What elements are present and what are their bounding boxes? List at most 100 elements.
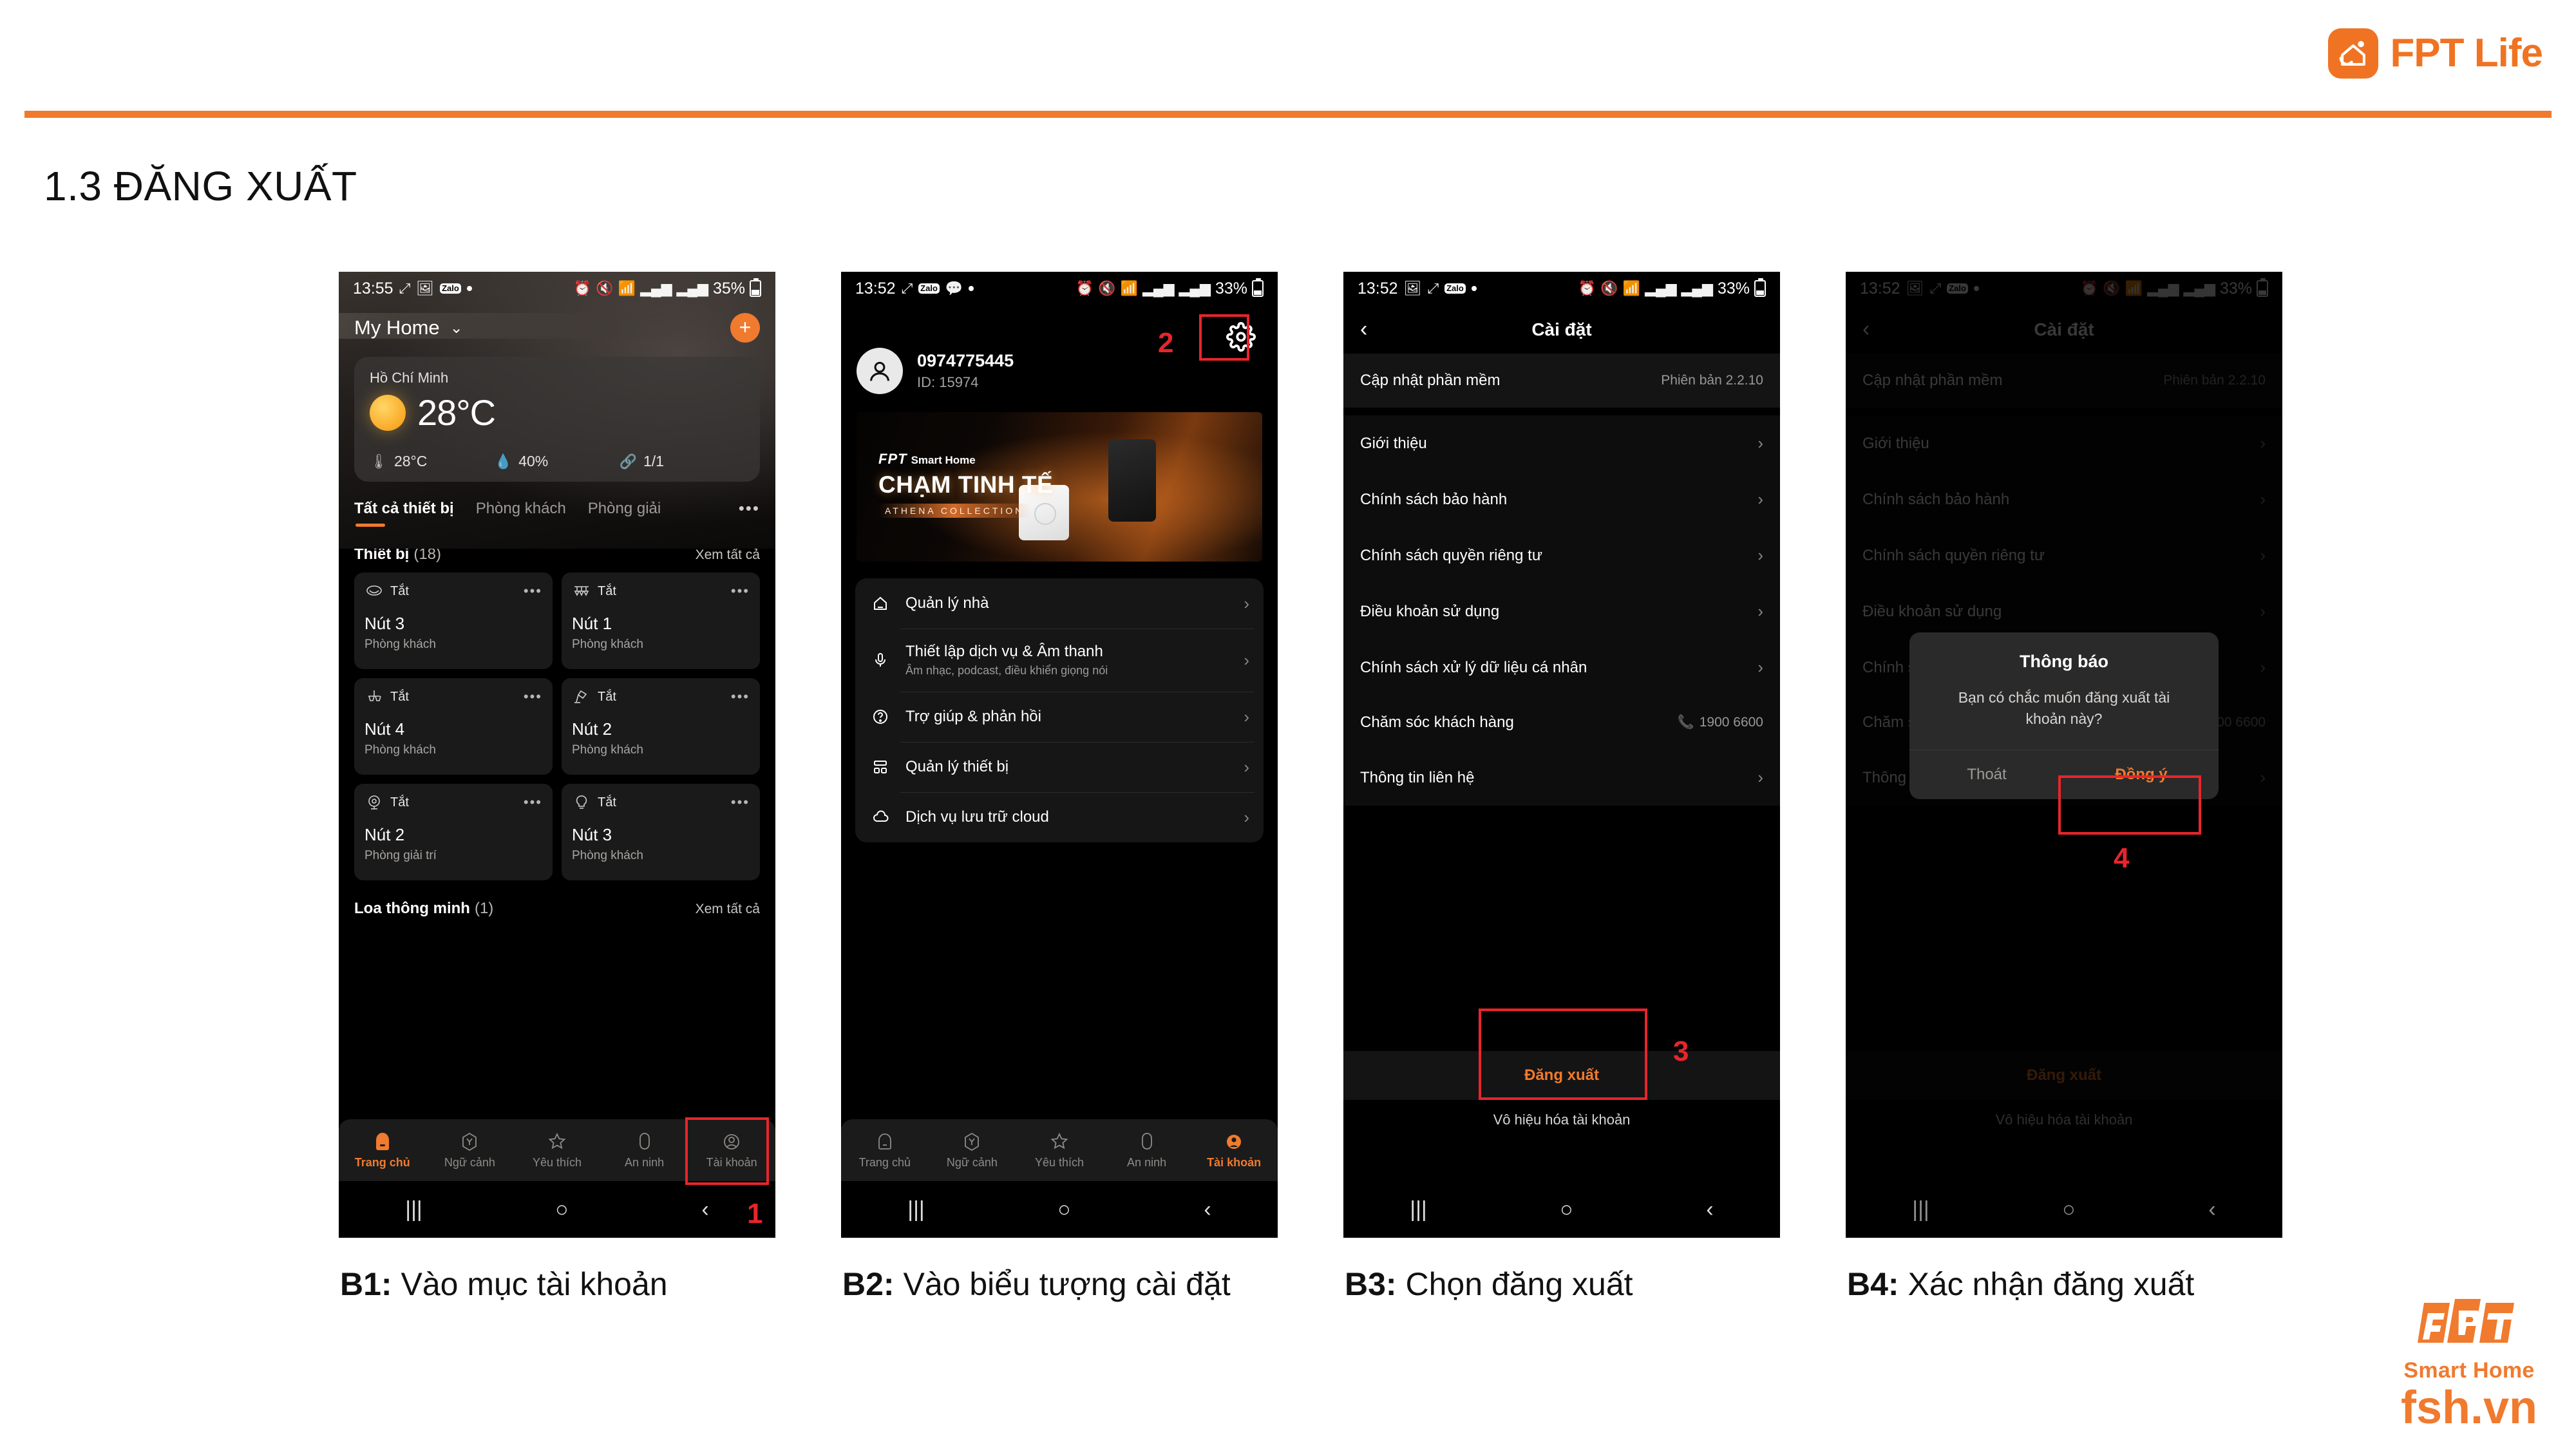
mute-icon: 🔇 [596, 280, 614, 296]
annotation-box-2 [1199, 314, 1249, 361]
shield-icon [601, 1132, 688, 1153]
menu-item-manage-home[interactable]: Quản lý nhà › [855, 578, 1264, 629]
devices-see-all-link[interactable]: Xem tất cả [696, 547, 760, 563]
setting-row-warranty-policy[interactable]: Chính sách bảo hành › [1343, 471, 1780, 527]
wifi-icon: 📶 [1622, 280, 1641, 296]
nav-item-scene[interactable]: Ngữ cảnh [426, 1132, 514, 1170]
device-more-icon[interactable]: ••• [524, 690, 542, 704]
annotation-number-1: 1 [747, 1198, 763, 1229]
setting-row-data-processing-policy[interactable]: Chính sách xử lý dữ liệu cá nhân › [1343, 639, 1780, 696]
menu-item-subtitle: Âm nhạc, podcast, điều khiển giọng nói [905, 664, 1108, 677]
home-icon [339, 1132, 426, 1153]
fpt-life-house-icon [2328, 28, 2379, 79]
device-more-icon[interactable]: ••• [731, 795, 750, 810]
signal2-icon: ▂▄▆ [676, 280, 708, 296]
android-system-bar: ||| ○ ‹ [1343, 1181, 1780, 1238]
shield-icon [1103, 1132, 1191, 1153]
recents-button[interactable]: ||| [907, 1197, 925, 1222]
annotation-box-3 [1479, 1009, 1647, 1100]
nav-item-favorites[interactable]: Yêu thích [513, 1132, 601, 1170]
home-button[interactable]: ○ [555, 1197, 569, 1222]
caption-step-label: B3: [1345, 1266, 1397, 1302]
menu-item-service-audio[interactable]: Thiết lập dịch vụ & Âm thanh Âm nhạc, po… [855, 629, 1264, 692]
nav-item-security[interactable]: An ninh [601, 1132, 688, 1170]
setting-row-software-update[interactable]: Cập nhật phần mềm Phiên bản 2.2.10 [1343, 354, 1780, 408]
signal-icon: ▂▄▆ [1645, 280, 1677, 296]
device-card[interactable]: Tắt ••• Nút 4 Phòng khách [354, 678, 553, 775]
nav-label: Trang chủ [354, 1155, 410, 1169]
setting-row-contact-info[interactable]: Thông tin liên hệ › [1343, 750, 1780, 806]
caption-text: Chọn đăng xuất [1396, 1266, 1633, 1302]
tab-entertainment-room[interactable]: Phòng giải [588, 500, 661, 518]
status-bar: 13:52 🖼 ⤢ Zalo ⏰ 🔇 📶 ▂▄▆ ▂▄▆ 33% [1343, 272, 1780, 305]
speaker-section-header: Loa thông minh (1) Xem tất cả [339, 880, 775, 918]
back-button[interactable]: ‹ [701, 1197, 708, 1222]
dot-icon [1471, 286, 1477, 291]
pendant-lights-icon [572, 583, 591, 600]
promo-banner[interactable]: FPT Smart Home CHẠM TINH TẾ ATHENA COLLEC… [857, 412, 1262, 562]
nav-label: Tài khoản [1207, 1155, 1262, 1169]
tab-all-devices[interactable]: Tất cả thiết bị [354, 500, 454, 527]
setting-row-privacy-policy[interactable]: Chính sách quyền riêng tư › [1343, 527, 1780, 583]
chevron-down-icon[interactable]: ⌄ [450, 319, 463, 337]
device-card[interactable]: Tắt ••• Nút 2 Phòng khách [562, 678, 760, 775]
home-name[interactable]: My Home [354, 316, 440, 339]
device-card[interactable]: Tắt ••• Nút 3 Phòng khách [562, 784, 760, 880]
scene-icon [929, 1132, 1016, 1153]
device-more-icon[interactable]: ••• [731, 690, 750, 704]
nav-item-scene[interactable]: Ngữ cảnh [929, 1132, 1016, 1170]
menu-item-help-feedback[interactable]: Trợ giúp & phản hồi › [855, 692, 1264, 742]
nav-item-account[interactable]: Tài khoản [1190, 1132, 1278, 1170]
bulb-icon [572, 794, 591, 811]
water-drop-icon: 💧 [494, 453, 513, 469]
device-more-icon[interactable]: ••• [524, 584, 542, 598]
status-time: 13:52 [855, 279, 896, 298]
fpt-smart-home-footer-logo: Smart Home fsh.vn [2401, 1291, 2537, 1431]
speaker-see-all-link[interactable]: Xem tất cả [696, 902, 760, 917]
alarm-icon: ⏰ [1075, 280, 1094, 296]
phone-screenshot-b2: 13:52 ⤢ Zalo 💬 ⏰ 🔇 📶 ▂▄▆ ▂▄▆ 33% 0974775… [841, 272, 1278, 1238]
settings-title: Cài đặt [1531, 319, 1592, 339]
setting-label: Thông tin liên hệ [1360, 768, 1475, 786]
recents-button[interactable]: ||| [405, 1197, 422, 1222]
more-tabs-icon[interactable]: ••• [739, 498, 760, 518]
menu-item-cloud-storage[interactable]: Dịch vụ lưu trữ cloud › [855, 792, 1264, 842]
nav-item-favorites[interactable]: Yêu thích [1016, 1132, 1103, 1170]
scene-icon [426, 1132, 514, 1153]
account-phone: 0974775445 [917, 351, 1014, 370]
tab-living-room[interactable]: Phòng khách [476, 500, 566, 518]
back-button[interactable]: ‹ [1706, 1197, 1713, 1222]
android-system-bar: ||| ○ ‹ [841, 1181, 1278, 1238]
back-button[interactable]: ‹ [1204, 1197, 1211, 1222]
nav-item-home[interactable]: Trang chủ [339, 1132, 426, 1170]
fpt-life-logo: FPT Life [2328, 28, 2543, 79]
device-card[interactable]: Tắt ••• Nút 3 Phòng khách [354, 573, 553, 669]
device-more-icon[interactable]: ••• [524, 795, 542, 810]
divider [1343, 408, 1780, 415]
home-button[interactable]: ○ [1057, 1197, 1071, 1222]
star-icon [1016, 1132, 1103, 1153]
device-more-icon[interactable]: ••• [731, 584, 750, 598]
menu-item-title: Trợ giúp & phản hồi [905, 708, 1041, 725]
menu-item-manage-devices[interactable]: Quản lý thiết bị › [855, 742, 1264, 792]
setting-row-terms-of-use[interactable]: Điều khoản sử dụng › [1343, 583, 1780, 639]
recents-button[interactable]: ||| [1410, 1197, 1427, 1222]
device-name: Nút 4 [365, 719, 405, 739]
disable-account-link[interactable]: Vô hiệu hóa tài khoản [1343, 1100, 1780, 1128]
nav-item-home[interactable]: Trang chủ [841, 1132, 929, 1170]
device-card[interactable]: Tắt ••• Nút 1 Phòng khách [562, 573, 760, 669]
setting-row-about[interactable]: Giới thiệu › [1343, 415, 1780, 471]
nav-item-security[interactable]: An ninh [1103, 1132, 1191, 1170]
weather-devices-stat: 🔗 1/1 [620, 453, 744, 470]
banner-headline: CHẠM TINH TẾ [878, 471, 1054, 498]
caption-step-label: B1: [340, 1266, 392, 1302]
add-device-button[interactable]: + [730, 313, 760, 343]
home-button[interactable]: ○ [1560, 1197, 1573, 1222]
question-circle-icon [869, 706, 891, 728]
device-name: Nút 1 [572, 614, 612, 633]
dialog-cancel-button[interactable]: Thoát [1909, 750, 2064, 799]
device-card[interactable]: Tắt ••• Nút 2 Phòng giải trí [354, 784, 553, 880]
setting-row-customer-care[interactable]: Chăm sóc khách hàng 📞 1900 6600 [1343, 696, 1780, 750]
account-menu: Quản lý nhà › Thiết lập dịch vụ & Âm tha… [855, 578, 1264, 842]
alarm-icon: ⏰ [573, 280, 592, 296]
